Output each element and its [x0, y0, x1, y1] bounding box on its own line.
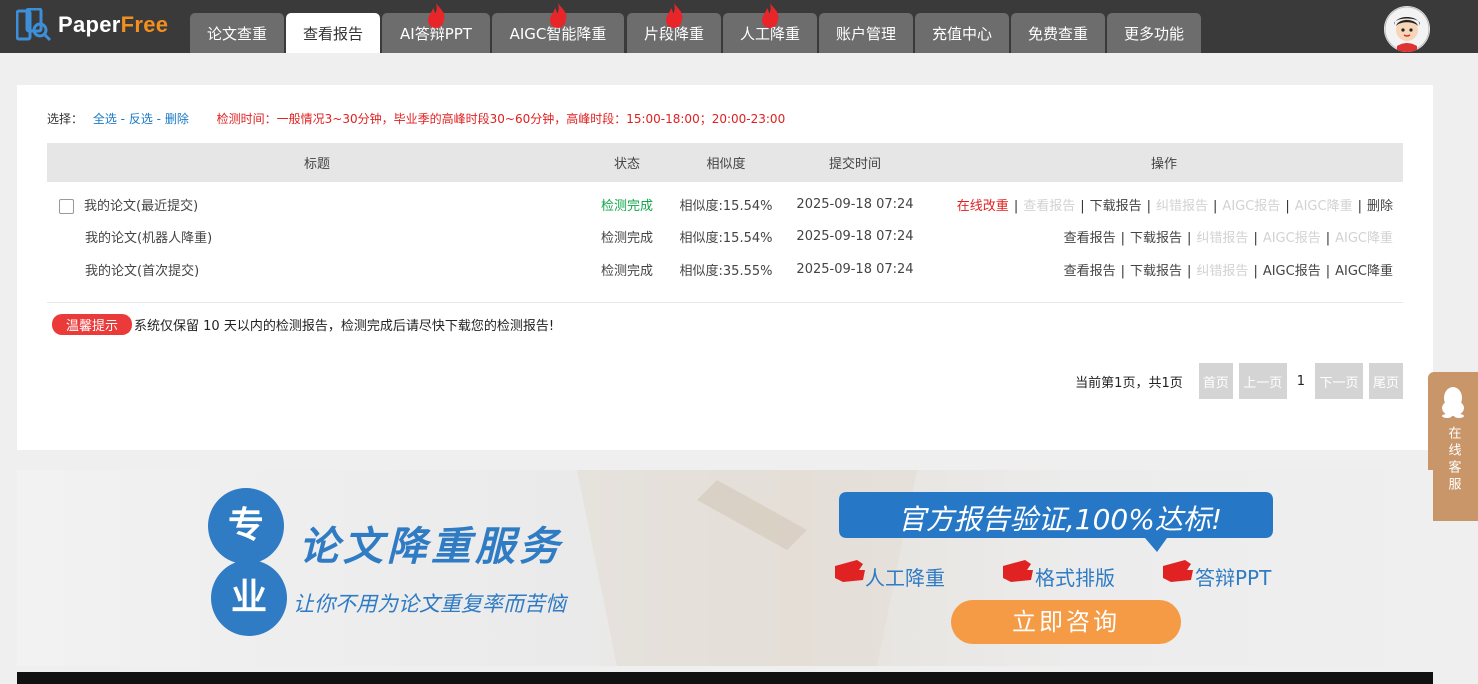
table-header-row: 标题 状态 相似度 提交时间 操作 [47, 143, 1403, 182]
select-label: 选择： [47, 112, 84, 126]
tip-badge: 温馨提示 [52, 314, 133, 335]
online-support-button[interactable]: 在线客服 [1428, 372, 1478, 521]
current-page: 1 [1296, 373, 1305, 389]
banner-feature: 答辩PPT [1195, 566, 1272, 590]
similarity-value: 相似度:15.54% [679, 198, 773, 214]
tab-free-check[interactable]: 免费查重 [1011, 13, 1105, 53]
similarity-value: 相似度:15.54% [679, 231, 773, 246]
hot-flame-icon [762, 3, 779, 28]
online-support-label: 在线客服 [1445, 426, 1461, 494]
report-panel: 选择： 全选 - 反选 - 删除 检测时间：一般情况3~30分钟，毕业季的高峰时… [17, 85, 1433, 450]
download-report-link[interactable]: 下载报告 [1130, 231, 1182, 246]
view-report-link[interactable]: 查看报告 [1023, 199, 1075, 214]
banner-feature: 格式排版 [1035, 566, 1115, 590]
detection-time-notice: 检测时间：一般情况3~30分钟，毕业季的高峰时段30~60分钟，高峰时段：15:… [216, 112, 786, 126]
tip-text: 系统仅保留 10 天以内的检测报告，检测完成后请尽快下载您的检测报告! [134, 319, 555, 334]
status-text: 检测完成 [600, 264, 653, 279]
hot-flame-icon [666, 3, 683, 28]
col-similarity: 相似度 [667, 143, 785, 182]
online-rewrite-link[interactable]: 在线改重 [957, 199, 1009, 214]
divider [47, 302, 1403, 303]
col-title: 标题 [47, 143, 587, 182]
row-checkbox[interactable] [59, 198, 74, 214]
qq-penguin-icon [1442, 387, 1464, 418]
aigc-rewrite-link[interactable]: AIGC降重 [1335, 231, 1393, 246]
banner-feature: 人工降重 [865, 566, 945, 590]
aigc-rewrite-link[interactable]: AIGC降重 [1295, 199, 1353, 214]
tab-recharge[interactable]: 充值中心 [915, 13, 1009, 53]
banner-slogan: 官方报告验证,100%达标! [897, 503, 1223, 536]
next-page-button[interactable]: 下一页 [1315, 363, 1363, 399]
promo-banner[interactable]: 专 业 论文降重服务 让你不用为论文重复率而苦恼 官方报告验证,100%达标! … [17, 470, 1433, 666]
table-row: 我的论文(机器人降重) 检测完成 相似度:15.54% 2025-09-18 0… [47, 220, 1403, 253]
row-actions: 查看报告 | 下载报告 | 纠错报告 | AIGC报告 | AIGC降重 [1063, 231, 1393, 246]
banner-subline: 让你不用为论文重复率而苦恼 [293, 592, 566, 616]
report-title: 我的论文(机器人降重) [85, 231, 213, 246]
correction-report-link[interactable]: 纠错报告 [1196, 264, 1248, 279]
top-nav: PaperFree 论文查重 查看报告 AI答辩PPT AIGC智能降重 片段降… [0, 0, 1478, 53]
tab-ai-ppt[interactable]: AI答辩PPT [382, 3, 490, 53]
last-page-button[interactable]: 尾页 [1369, 363, 1403, 399]
banner-headline: 论文降重服务 [299, 524, 563, 570]
submit-time: 2025-09-18 07:24 [796, 262, 914, 277]
delete-link[interactable]: 删除 [1367, 199, 1393, 214]
row-actions: 查看报告 | 下载报告 | 纠错报告 | AIGC报告 | AIGC降重 [1063, 264, 1393, 279]
brand-name: PaperFree [58, 12, 169, 37]
banner-badge-bottom: 业 [230, 577, 267, 618]
select-all-link[interactable]: 全选 [93, 112, 117, 126]
avatar-icon [1384, 6, 1430, 52]
aigc-report-link[interactable]: AIGC报告 [1222, 199, 1280, 214]
report-table: 标题 状态 相似度 提交时间 操作 我的论文(最近提交) 检测完成 相似度:15… [47, 143, 1403, 286]
status-text: 检测完成 [600, 231, 653, 246]
user-avatar[interactable] [1384, 6, 1430, 52]
first-page-button[interactable]: 首页 [1198, 363, 1233, 399]
table-row: 我的论文(首次提交) 检测完成 相似度:35.55% 2025-09-18 07… [47, 253, 1403, 286]
delete-selected-link[interactable]: 删除 [165, 112, 189, 126]
aigc-report-link[interactable]: AIGC报告 [1263, 264, 1321, 279]
tab-thesis-check[interactable]: 论文查重 [190, 13, 284, 53]
view-report-link[interactable]: 查看报告 [1064, 231, 1116, 246]
tab-aigc-rewrite[interactable]: AIGC智能降重 [492, 3, 624, 53]
prev-page-button[interactable]: 上一页 [1238, 363, 1287, 399]
similarity-value: 相似度:35.55% [679, 264, 773, 279]
banner-badge-top: 专 [227, 505, 264, 546]
aigc-report-link[interactable]: AIGC报告 [1263, 231, 1321, 246]
submit-time: 2025-09-18 07:24 [796, 229, 914, 244]
selection-toolbar: 选择： 全选 - 反选 - 删除 检测时间：一般情况3~30分钟，毕业季的高峰时… [47, 112, 786, 126]
site-logo[interactable]: PaperFree [16, 8, 168, 42]
submit-time: 2025-09-18 07:24 [796, 196, 914, 212]
pagination: 当前第1页，共1页 首页 上一页 1 下一页 尾页 [1075, 363, 1403, 399]
download-report-link[interactable]: 下载报告 [1130, 264, 1182, 279]
report-title: 我的论文(首次提交) [85, 264, 200, 279]
hot-flame-icon [428, 3, 445, 28]
col-actions: 操作 [925, 143, 1403, 182]
hot-flame-icon [550, 3, 567, 28]
col-submit-time: 提交时间 [785, 143, 925, 182]
tab-view-report[interactable]: 查看报告 [286, 13, 380, 53]
aigc-rewrite-link[interactable]: AIGC降重 [1335, 264, 1393, 279]
download-report-link[interactable]: 下载报告 [1090, 199, 1142, 214]
row-actions: 在线改重 | 查看报告 | 下载报告 | 纠错报告 | AIGC报告 | AIGC降重 | 删除 [956, 198, 1393, 214]
tab-segment-rewrite[interactable]: 片段降重 [627, 3, 721, 53]
report-title: 我的论文(最近提交) [84, 198, 199, 214]
tab-manual-rewrite[interactable]: 人工降重 [723, 3, 817, 53]
view-report-link[interactable]: 查看报告 [1064, 264, 1116, 279]
col-status: 状态 [587, 143, 667, 182]
table-row: 我的论文(最近提交) 检测完成 相似度:15.54% 2025-09-18 07… [47, 182, 1403, 220]
tab-account[interactable]: 账户管理 [819, 13, 913, 53]
logo-icon [16, 8, 52, 42]
retention-tip: 温馨提示 系统仅保留 10 天以内的检测报告，检测完成后请尽快下载您的检测报告! [52, 314, 554, 335]
consult-now-button[interactable]: 立即咨询 [951, 600, 1181, 644]
tab-more[interactable]: 更多功能 [1107, 13, 1201, 53]
correction-report-link[interactable]: 纠错报告 [1156, 199, 1208, 214]
page-info: 当前第1页，共1页 [1075, 375, 1183, 391]
footer-bar [17, 672, 1433, 684]
invert-selection-link[interactable]: 反选 [129, 112, 153, 126]
status-text: 检测完成 [600, 198, 653, 214]
correction-report-link[interactable]: 纠错报告 [1196, 231, 1248, 246]
